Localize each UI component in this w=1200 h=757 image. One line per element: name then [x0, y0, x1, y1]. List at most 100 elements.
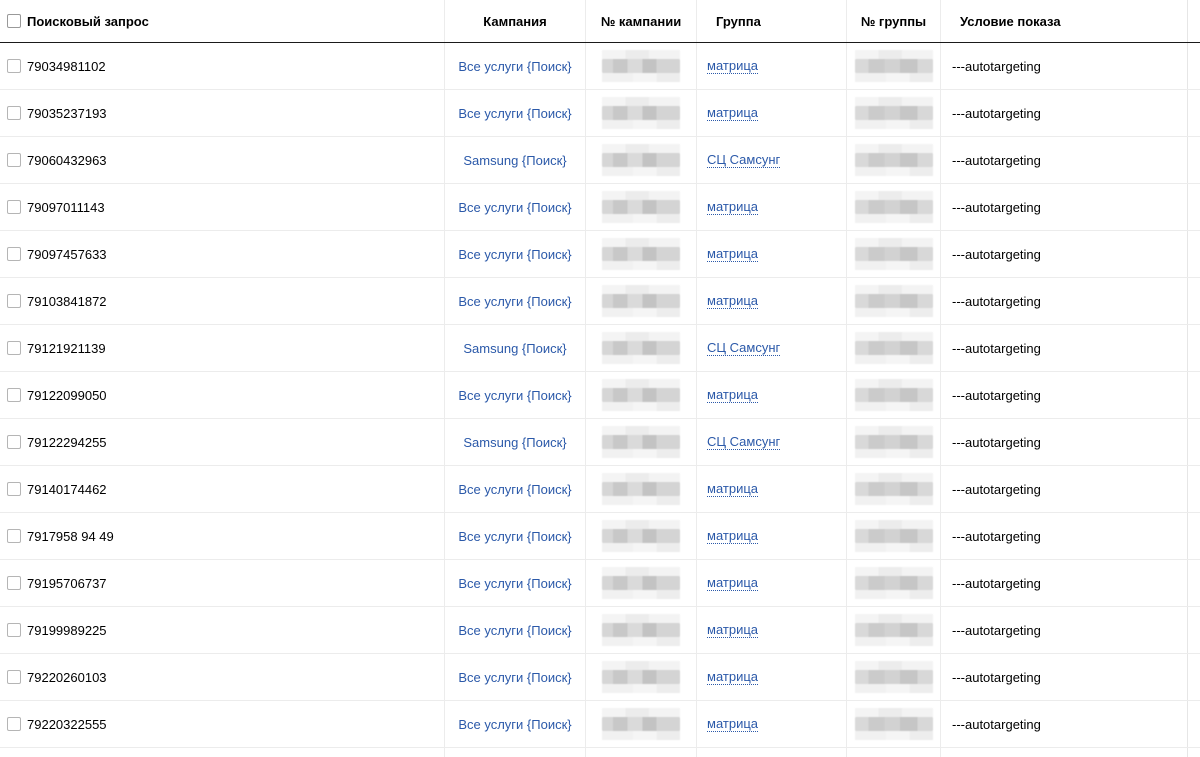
group-cell: СЦ Самсунг [697, 419, 846, 465]
table-row[interactable]: 79199989225 Все услуги {Поиск} матрица ---a… [0, 607, 1200, 654]
header-campaign-num-label[interactable]: № кампании [601, 14, 681, 29]
header-campaign-label[interactable]: Кампания [483, 14, 546, 29]
campaign-link[interactable]: Все услуги {Поиск} [458, 717, 571, 732]
query-text: 79103841872 [27, 293, 107, 309]
query-cell: 79034981102 [7, 43, 444, 89]
group-link[interactable]: СЦ Самсунг [707, 152, 781, 168]
campaign-link[interactable]: Samsung {Поиск} [463, 341, 566, 356]
condition-text: ---autotargeting [952, 434, 1041, 450]
redacted-group-number [854, 191, 933, 223]
header-group-num-label[interactable]: № группы [861, 14, 926, 29]
query-text: 79122099050 [27, 387, 107, 403]
condition-text: ---autotargeting [952, 246, 1041, 262]
campaign-link[interactable]: Все услуги {Поиск} [458, 576, 571, 591]
group-link[interactable]: матрица [707, 622, 759, 638]
campaign-cell: Samsung {Поиск} [445, 419, 585, 465]
select-all-checkbox[interactable] [7, 14, 21, 28]
condition-text: ---autotargeting [952, 58, 1041, 74]
campaign-num-cell [586, 654, 696, 700]
group-link[interactable]: матрица [707, 293, 759, 309]
campaign-num-cell [586, 43, 696, 89]
query-text: 79122294255 [27, 434, 107, 450]
campaign-link[interactable]: Все услуги {Поиск} [458, 623, 571, 638]
redacted-campaign-number [602, 661, 680, 693]
campaign-num-cell [586, 701, 696, 747]
row-checkbox[interactable] [7, 153, 21, 167]
campaign-link[interactable]: Samsung {Поиск} [463, 435, 566, 450]
redacted-group-number [854, 285, 933, 317]
group-cell: СЦ Самсунг [697, 137, 846, 183]
campaign-num-cell [586, 560, 696, 606]
row-checkbox[interactable] [7, 247, 21, 261]
row-checkbox[interactable] [7, 294, 21, 308]
group-link[interactable]: СЦ Самсунг [707, 434, 781, 450]
table-row[interactable]: 79220322555 Все услуги {Поиск} матрица ---a… [0, 701, 1200, 748]
row-checkbox[interactable] [7, 670, 21, 684]
condition-text: ---autotargeting [952, 716, 1041, 732]
campaign-link[interactable]: Samsung {Поиск} [463, 153, 566, 168]
campaign-link[interactable]: Все услуги {Поиск} [458, 482, 571, 497]
row-checkbox[interactable] [7, 388, 21, 402]
table-row[interactable]: 79220260103 Все услуги {Поиск} матрица ---a… [0, 654, 1200, 701]
condition-cell: ---autotargeting [941, 607, 1187, 653]
campaign-link[interactable]: Все услуги {Поиск} [458, 388, 571, 403]
row-checkbox[interactable] [7, 435, 21, 449]
campaign-link[interactable]: Все услуги {Поиск} [458, 106, 571, 121]
group-link[interactable]: матрица [707, 387, 759, 403]
table-row[interactable]: 79034981102 Все услуги {Поиск} матрица ---a… [0, 43, 1200, 90]
table-row[interactable]: 79122099050 Все услуги {Поиск} матрица ---a… [0, 372, 1200, 419]
group-link[interactable]: матрица [707, 716, 759, 732]
redacted-campaign-number [602, 473, 680, 505]
group-link[interactable]: матрица [707, 669, 759, 685]
table-row[interactable]: 79140174462 Все услуги {Поиск} матрица ---a… [0, 466, 1200, 513]
table-row[interactable]: 79103841872 Все услуги {Поиск} матрица ---a… [0, 278, 1200, 325]
row-checkbox[interactable] [7, 200, 21, 214]
table-row[interactable]: 79195706737 Все услуги {Поиск} матрица ---a… [0, 560, 1200, 607]
query-text: 79140174462 [27, 481, 107, 497]
group-num-cell [847, 43, 940, 89]
row-checkbox[interactable] [7, 482, 21, 496]
header-condition-label[interactable]: Условие показа [960, 14, 1061, 29]
group-link[interactable]: матрица [707, 481, 759, 497]
table-row[interactable]: 79035237193 Все услуги {Поиск} матрица ---a… [0, 90, 1200, 137]
group-cell: матрица [697, 231, 846, 277]
table-row[interactable]: 7917958 94 49 Все услуги {Поиск} матрица --… [0, 513, 1200, 560]
campaign-link[interactable]: Все услуги {Поиск} [458, 294, 571, 309]
table-row[interactable]: 79122294255 Samsung {Поиск} СЦ Самсунг ---a… [0, 419, 1200, 466]
row-checkbox[interactable] [7, 106, 21, 120]
campaign-link[interactable]: Все услуги {Поиск} [458, 59, 571, 74]
redacted-group-number [854, 473, 933, 505]
group-link[interactable]: матрица [707, 246, 759, 262]
header-group-label[interactable]: Группа [716, 14, 761, 29]
table-row[interactable]: 79097011143 Все услуги {Поиск} матрица ---a… [0, 184, 1200, 231]
group-link[interactable]: матрица [707, 58, 759, 74]
condition-cell: ---autotargeting [941, 184, 1187, 230]
campaign-link[interactable]: Все услуги {Поиск} [458, 247, 571, 262]
table-row[interactable]: 79060432963 Samsung {Поиск} СЦ Самсунг ---a… [0, 137, 1200, 184]
condition-text: ---autotargeting [952, 387, 1041, 403]
query-text: 79060432963 [27, 152, 107, 168]
redacted-group-number [854, 50, 933, 82]
table-row[interactable]: 79121921139 Samsung {Поиск} СЦ Самсунг ---a… [0, 325, 1200, 372]
campaign-link[interactable]: Все услуги {Поиск} [458, 529, 571, 544]
query-text: 79220322555 [27, 716, 107, 732]
group-link[interactable]: СЦ Самсунг [707, 340, 781, 356]
group-link[interactable]: матрица [707, 575, 759, 591]
query-cell: 79220260103 [7, 654, 444, 700]
row-checkbox[interactable] [7, 623, 21, 637]
row-checkbox[interactable] [7, 341, 21, 355]
query-text: 79220260103 [27, 669, 107, 685]
row-checkbox[interactable] [7, 59, 21, 73]
row-checkbox[interactable] [7, 576, 21, 590]
group-link[interactable]: матрица [707, 528, 759, 544]
campaign-link[interactable]: Все услуги {Поиск} [458, 670, 571, 685]
table-row[interactable]: 79097457633 Все услуги {Поиск} матрица ---a… [0, 231, 1200, 278]
group-link[interactable]: матрица [707, 199, 759, 215]
campaign-link[interactable]: Все услуги {Поиск} [458, 200, 571, 215]
condition-cell: ---autotargeting [941, 513, 1187, 559]
header-query-label[interactable]: Поисковый запрос [27, 14, 149, 29]
group-link[interactable]: матрица [707, 105, 759, 121]
row-checkbox[interactable] [7, 717, 21, 731]
row-checkbox[interactable] [7, 529, 21, 543]
query-cell: 79199989225 [7, 607, 444, 653]
